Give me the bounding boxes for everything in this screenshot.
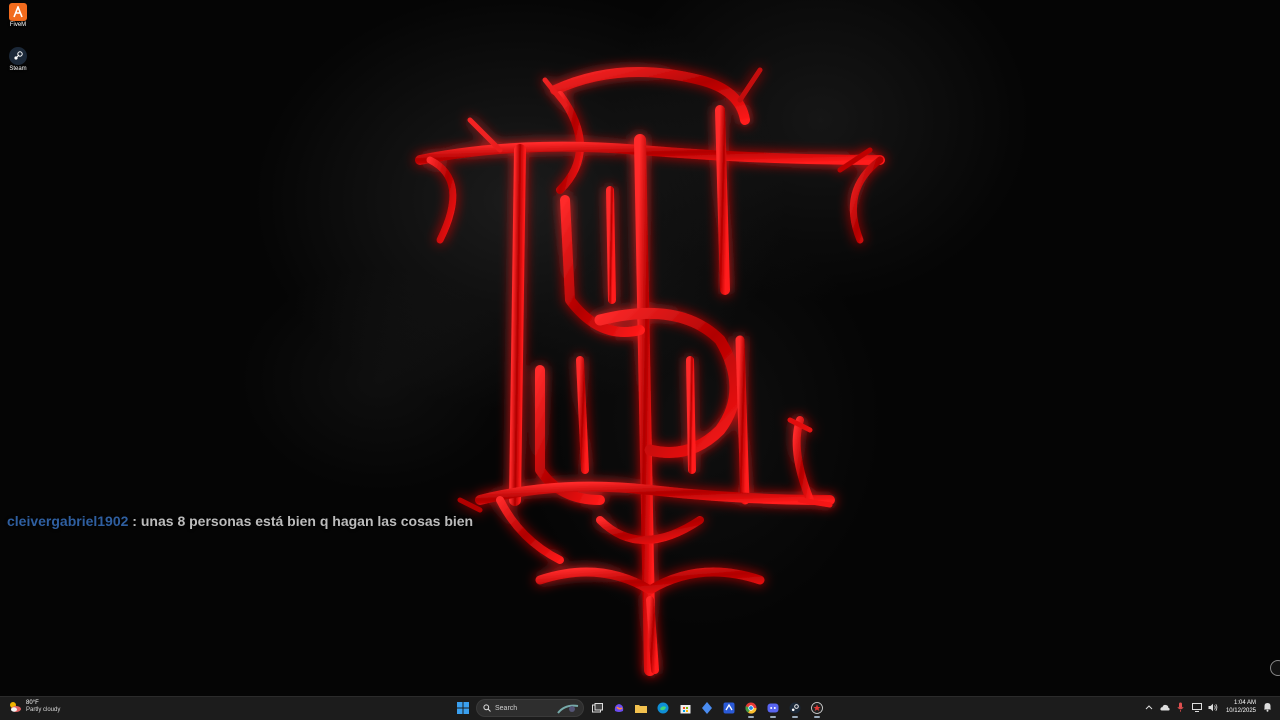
chat-separator: : [128, 513, 141, 529]
desktop-shortcut-label: Steam [9, 66, 27, 72]
desktop-shortcut-label: FiveM [9, 22, 27, 28]
copilot-button[interactable] [610, 699, 628, 717]
steam-icon [789, 702, 801, 714]
task-view-icon [591, 702, 603, 712]
vpn-icon [702, 702, 712, 714]
network-icon [1191, 702, 1202, 712]
clock-date: 10/12/2025 [1225, 708, 1256, 714]
wallpaper-emblem [415, 67, 885, 676]
store-button[interactable] [676, 699, 694, 717]
file-explorer-icon [635, 704, 647, 713]
chat-username: cleivergabriel1902 [7, 513, 129, 529]
chat-message: unas 8 personas está bien q hagan las co… [140, 513, 474, 529]
copilot-icon [614, 704, 624, 712]
desktop: FiveM Steam cleivergabriel1902 : unas 8 … [0, 0, 1280, 696]
onedrive-button[interactable] [1160, 702, 1170, 712]
partly-cloudy-icon [10, 702, 21, 712]
edge-icon [657, 702, 669, 714]
taskbar-clock[interactable]: 1:04 AM 10/12/2025 [1226, 699, 1256, 715]
notifications-button[interactable] [1262, 702, 1272, 712]
taskbar-search-box[interactable]: Search [476, 699, 584, 717]
desktop-shortcut-steam[interactable]: Steam [4, 47, 32, 72]
rockstar-icon [811, 702, 823, 714]
store-icon [680, 704, 690, 713]
chevron-up-icon [1145, 705, 1153, 710]
clock-time: 1:04 AM [1233, 700, 1256, 706]
chat-overlay-line: cleivergabriel1902 : unas 8 personas est… [7, 513, 473, 529]
chrome-button[interactable] [742, 699, 760, 718]
speaker-icon [1208, 703, 1218, 711]
volume-button[interactable] [1208, 702, 1218, 712]
edge-button[interactable] [654, 699, 672, 717]
weather-temperature: 80°F [26, 700, 39, 706]
vpn-button[interactable] [698, 699, 716, 717]
search-icon [483, 704, 491, 712]
windows-start-icon [457, 702, 469, 714]
desktop-shortcut-fivem[interactable]: FiveM [4, 3, 32, 28]
search-highlight-icon [557, 704, 579, 714]
app-icon [723, 702, 735, 714]
cloud-icon [1160, 704, 1170, 710]
task-view-button[interactable] [588, 699, 606, 717]
file-explorer-button[interactable] [632, 699, 650, 717]
taskbar: 80°F Partly cloudy Search 1:04 AM 10/12/… [0, 696, 1280, 720]
chrome-icon [745, 702, 757, 714]
steam-taskbar-button[interactable] [786, 699, 804, 718]
network-button[interactable] [1191, 702, 1202, 712]
weather-condition: Partly cloudy [26, 707, 61, 713]
taskbar-apps: Search [454, 699, 826, 718]
search-label: Search [495, 704, 518, 712]
bell-icon [1263, 703, 1271, 712]
app-button[interactable] [720, 699, 738, 717]
steam-icon [9, 47, 27, 65]
discord-icon [767, 703, 779, 713]
system-tray: 1:04 AM 10/12/2025 [1144, 699, 1272, 715]
start-button[interactable] [454, 699, 472, 717]
rockstar-button[interactable] [808, 699, 826, 718]
tray-overflow-button[interactable] [1144, 702, 1154, 712]
edge-panel-handle[interactable] [1270, 660, 1280, 676]
microphone-button[interactable] [1176, 702, 1186, 712]
discord-button[interactable] [764, 699, 782, 718]
microphone-icon [1177, 702, 1185, 712]
weather-widget[interactable]: 80°F Partly cloudy [8, 700, 60, 714]
fivem-icon [9, 3, 27, 21]
